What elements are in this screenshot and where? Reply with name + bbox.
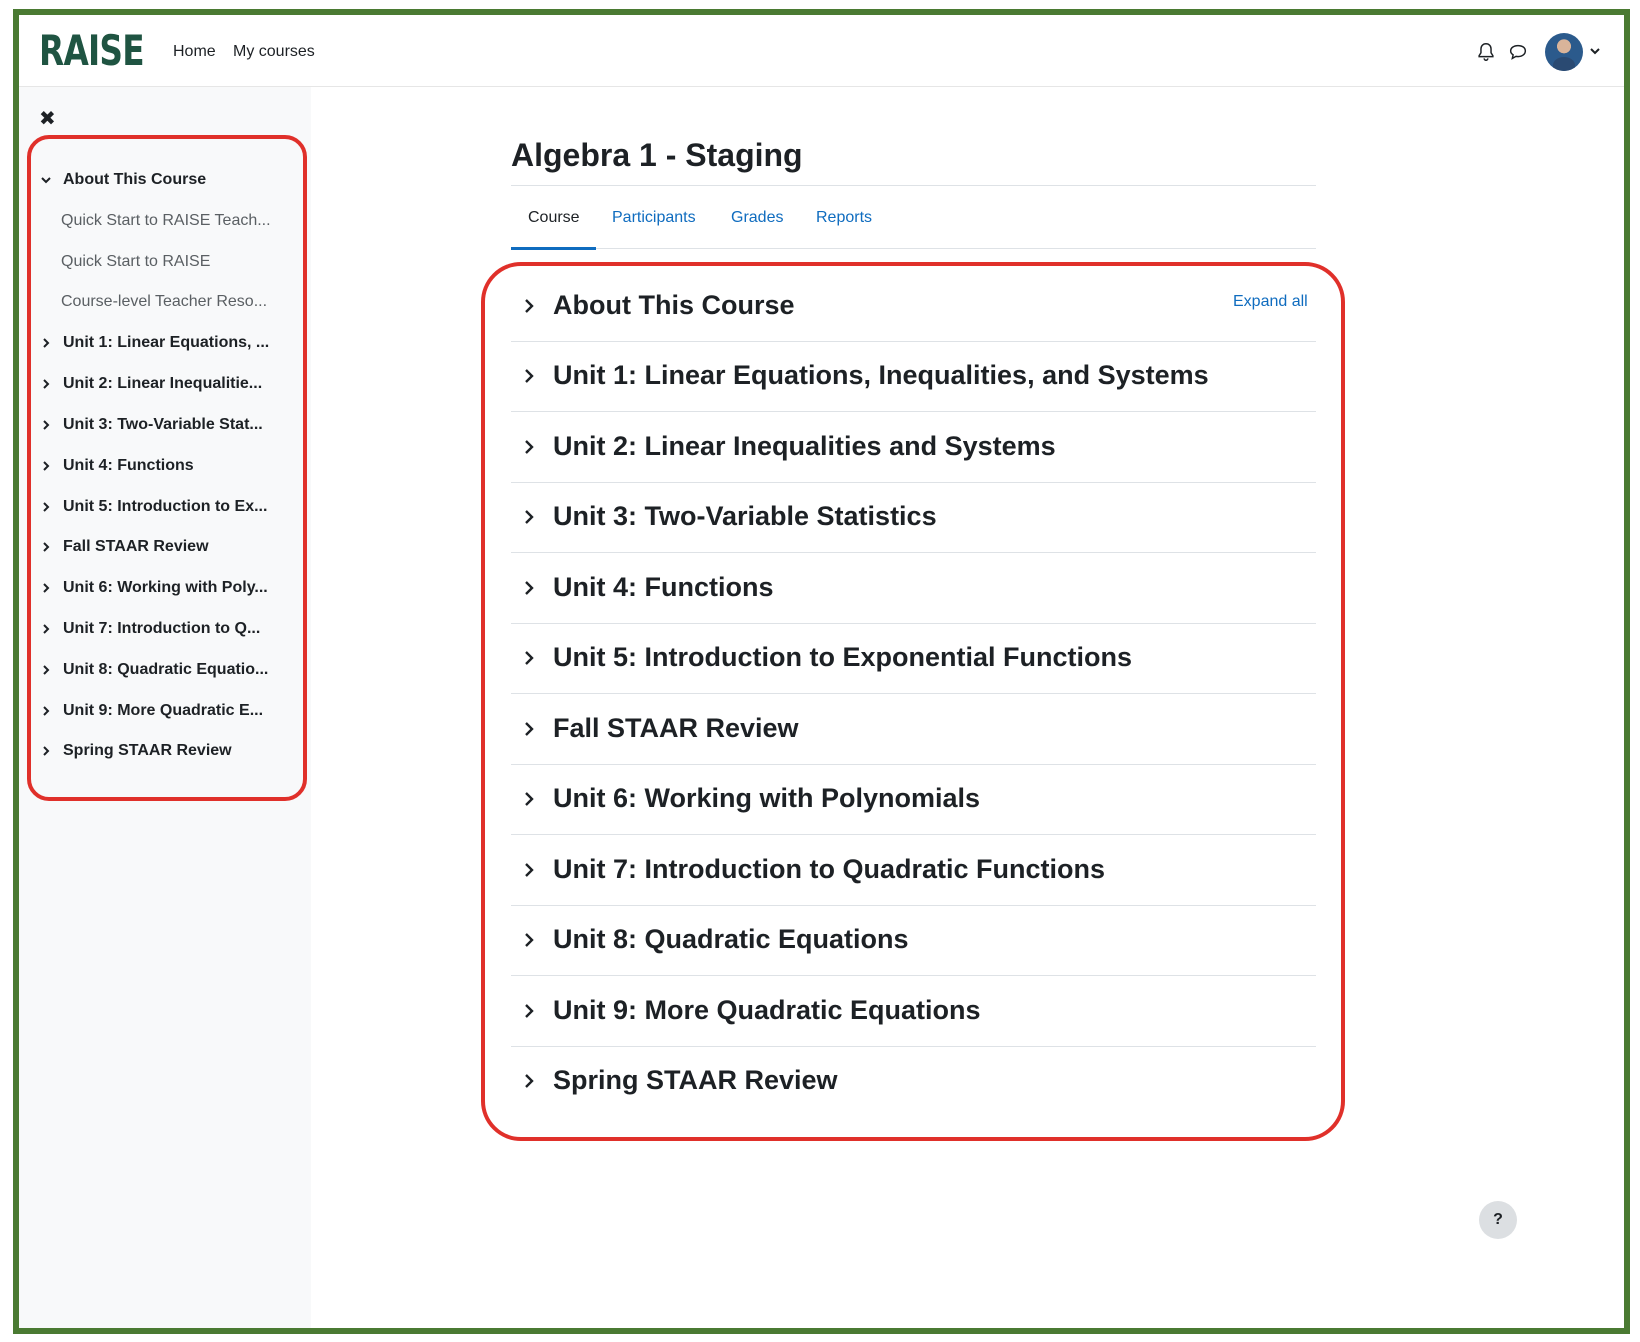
drawer-subitem-teacher-resources[interactable]: Course-level Teacher Reso... [61,287,291,317]
section-unit-9[interactable]: Unit 9: More Quadratic Equations [511,977,1316,1047]
section-title[interactable]: Fall STAAR Review [553,713,799,744]
section-title[interactable]: Unit 7: Introduction to Quadratic Functi… [553,854,1105,885]
chevron-right-icon[interactable] [521,298,537,314]
course-index-drawer: ✖ About This Course Quick Start to RAISE… [19,87,311,1328]
section-about-this-course[interactable]: About This Course [511,272,1316,342]
section-title[interactable]: Spring STAAR Review [553,1065,838,1096]
close-drawer-icon[interactable]: ✖ [39,109,56,129]
tab-reports[interactable]: Reports [816,209,872,227]
drawer-item-label: Fall STAAR Review [63,538,209,555]
main-content: Algebra 1 - Staging Course Participants … [311,87,1624,1328]
drawer-item-label: Unit 6: Working with Poly... [63,579,268,596]
drawer-subitem-quick-start[interactable]: Quick Start to RAISE [61,247,291,277]
section-unit-2[interactable]: Unit 2: Linear Inequalities and Systems [511,413,1316,483]
drawer-item-about-this-course[interactable]: About This Course [39,165,289,195]
site-logo[interactable]: RAISE [39,29,145,73]
section-spring-staar-review[interactable]: Spring STAAR Review [511,1047,1316,1117]
drawer-item-unit-3[interactable]: Unit 3: Two-Variable Stat... [39,410,289,440]
nav-home-link[interactable]: Home [173,43,216,61]
section-title[interactable]: Unit 8: Quadratic Equations [553,924,909,955]
chevron-right-icon[interactable] [39,704,53,718]
section-unit-8[interactable]: Unit 8: Quadratic Equations [511,906,1316,976]
active-tab-indicator [511,247,596,250]
chevron-right-icon[interactable] [521,439,537,455]
section-title[interactable]: Unit 2: Linear Inequalities and Systems [553,431,1056,462]
section-unit-1[interactable]: Unit 1: Linear Equations, Inequalities, … [511,342,1316,412]
chevron-right-icon[interactable] [39,336,53,350]
section-unit-6[interactable]: Unit 6: Working with Polynomials [511,765,1316,835]
chevron-right-icon[interactable] [521,580,537,596]
chevron-right-icon[interactable] [521,791,537,807]
chevron-right-icon[interactable] [521,862,537,878]
section-fall-staar-review[interactable]: Fall STAAR Review [511,695,1316,765]
drawer-item-label: Unit 1: Linear Equations, ... [63,334,270,351]
course-tabs: Course Participants Grades Reports [511,197,1316,250]
chevron-right-icon[interactable] [521,509,537,525]
section-title[interactable]: Unit 1: Linear Equations, Inequalities, … [553,360,1209,391]
drawer-item-unit-6[interactable]: Unit 6: Working with Poly... [39,573,289,603]
drawer-item-label: About This Course [63,171,207,188]
drawer-subitem-quick-start-teacher[interactable]: Quick Start to RAISE Teach... [61,206,291,236]
tab-course[interactable]: Course [528,209,580,227]
top-navbar: RAISE Home My courses [19,15,1624,87]
section-title[interactable]: Unit 5: Introduction to Exponential Func… [553,642,1132,673]
section-unit-4[interactable]: Unit 4: Functions [511,554,1316,624]
chevron-right-icon[interactable] [39,540,53,554]
chevron-right-icon[interactable] [39,459,53,473]
drawer-item-fall-staar-review[interactable]: Fall STAAR Review [39,532,289,562]
chevron-right-icon[interactable] [521,368,537,384]
chevron-right-icon[interactable] [39,581,53,595]
drawer-item-label: Unit 7: Introduction to Q... [63,620,261,637]
page-title: Algebra 1 - Staging [511,137,803,173]
chevron-right-icon[interactable] [39,663,53,677]
drawer-item-spring-staar-review[interactable]: Spring STAAR Review [39,736,289,766]
chevron-right-icon[interactable] [521,1003,537,1019]
messages-chat-icon[interactable] [1507,41,1529,63]
chevron-down-icon[interactable] [39,173,53,187]
section-title[interactable]: Unit 6: Working with Polynomials [553,783,980,814]
drawer-item-label: Unit 9: More Quadratic E... [63,702,264,719]
nav-my-courses-link[interactable]: My courses [233,43,315,61]
section-unit-3[interactable]: Unit 3: Two-Variable Statistics [511,483,1316,553]
drawer-item-label: Unit 5: Introduction to Ex... [63,498,268,515]
section-unit-5[interactable]: Unit 5: Introduction to Exponential Func… [511,624,1316,694]
drawer-item-label: Unit 8: Quadratic Equatio... [63,661,269,678]
drawer-item-unit-8[interactable]: Unit 8: Quadratic Equatio... [39,655,289,685]
drawer-item-unit-2[interactable]: Unit 2: Linear Inequalitie... [39,369,289,399]
chevron-right-icon[interactable] [39,418,53,432]
chevron-right-icon[interactable] [521,721,537,737]
section-title[interactable]: Unit 9: More Quadratic Equations [553,995,981,1026]
tab-participants[interactable]: Participants [612,209,696,227]
section-title[interactable]: About This Course [553,290,795,321]
drawer-item-unit-5[interactable]: Unit 5: Introduction to Ex... [39,492,289,522]
chevron-right-icon[interactable] [521,932,537,948]
drawer-item-label: Unit 2: Linear Inequalitie... [63,375,263,392]
chevron-right-icon[interactable] [39,377,53,391]
tab-grades[interactable]: Grades [731,209,783,227]
notification-bell-icon[interactable] [1475,41,1497,63]
chevron-right-icon[interactable] [39,500,53,514]
chevron-right-icon[interactable] [521,1073,537,1089]
drawer-item-unit-9[interactable]: Unit 9: More Quadratic E... [39,696,289,726]
chevron-right-icon[interactable] [39,622,53,636]
drawer-item-unit-1[interactable]: Unit 1: Linear Equations, ... [39,328,289,358]
chevron-right-icon[interactable] [39,744,53,758]
section-title[interactable]: Unit 4: Functions [553,572,773,603]
app-frame: RAISE Home My courses ✖ About This Cours… [13,9,1630,1334]
drawer-item-unit-4[interactable]: Unit 4: Functions [39,451,289,481]
user-menu-chevron-down-icon[interactable] [1589,45,1601,57]
drawer-item-label: Unit 4: Functions [63,457,194,474]
section-unit-7[interactable]: Unit 7: Introduction to Quadratic Functi… [511,836,1316,906]
chevron-right-icon[interactable] [521,650,537,666]
section-title[interactable]: Unit 3: Two-Variable Statistics [553,501,937,532]
title-divider [511,185,1316,186]
user-avatar[interactable] [1545,33,1583,71]
help-button[interactable]: ? [1479,1201,1517,1239]
drawer-item-unit-7[interactable]: Unit 7: Introduction to Q... [39,614,289,644]
drawer-item-label: Spring STAAR Review [63,742,232,759]
drawer-item-label: Unit 3: Two-Variable Stat... [63,416,263,433]
